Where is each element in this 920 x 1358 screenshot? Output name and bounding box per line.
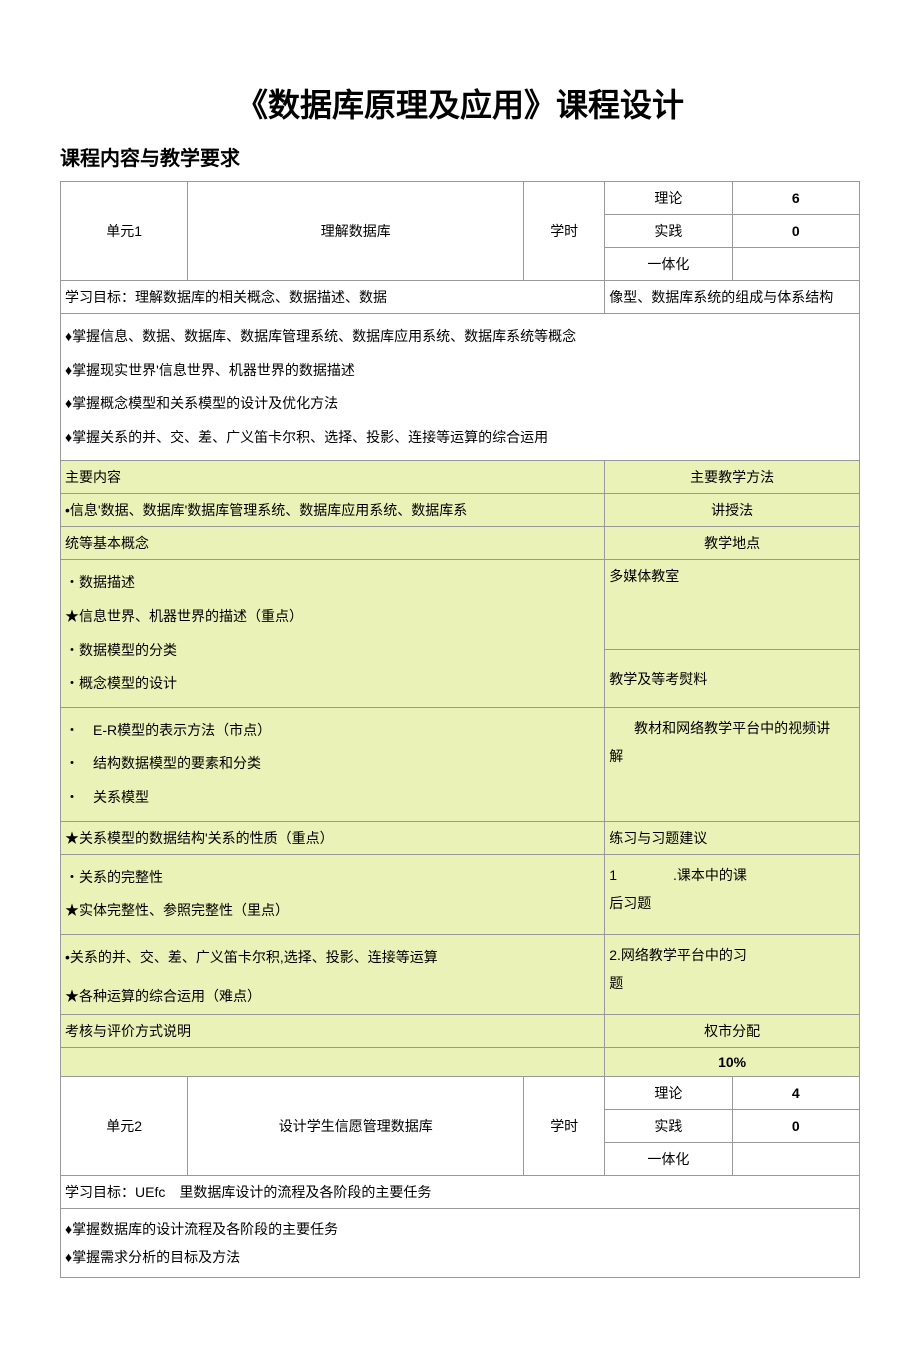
unit2-practice-label: 实践 <box>605 1109 732 1142</box>
unit2-obj2: ♦掌握需求分析的目标及方法 <box>65 1243 855 1271</box>
content-block3-a: ・ E-R模型的表示方法（市点） <box>65 714 600 748</box>
unit2-practice-val: 0 <box>732 1109 859 1142</box>
page-title: 《数据库原理及应用》课程设计 <box>60 80 860 126</box>
unit1-obj4: ♦掌握关系的并、交、差、广义笛卡尔积、选择、投影、连接等运算的综合运用 <box>65 421 855 455</box>
content-block5-a: ・关系的完整性 <box>65 861 600 895</box>
content-block1-b: 统等基本概念 <box>61 527 605 560</box>
unit2-hours-label: 学时 <box>524 1076 605 1175</box>
main-method-label: 主要教学方法 <box>605 461 860 494</box>
unit2-header-row: 单元2 设计学生信愿管理数据库 学时 理论 4 <box>61 1076 860 1109</box>
content-block4: ★关系模型的数据结构'关系的性质（重点） <box>61 821 605 854</box>
unit2-label: 单元2 <box>61 1076 188 1175</box>
unit1-practice-label: 实践 <box>605 215 732 248</box>
unit2-integrated-label: 一体化 <box>605 1142 732 1175</box>
unit2-theory-val: 4 <box>732 1076 859 1109</box>
content-block6: •关系的并、交、差、广义笛卡尔积,选择、投影、连接等运算 ★各种运算的综合运用（… <box>61 934 605 1014</box>
unit1-hours-label: 学时 <box>524 182 605 281</box>
exercise2-a: 2.网络教学平台中的习 <box>609 941 855 969</box>
unit1-integrated-label: 一体化 <box>605 248 732 281</box>
unit1-practice-val: 0 <box>732 215 859 248</box>
exercise1-b: 后习题 <box>609 889 855 917</box>
content-block5-b: ★实体完整性、参照完整性（里点） <box>65 894 600 928</box>
unit1-obj3: ♦掌握概念模型和关系模型的设计及优化方法 <box>65 387 855 421</box>
unit1-label: 单元1 <box>61 182 188 281</box>
materials-val-a: 教材和网络教学平台中的视频讲 <box>609 714 855 742</box>
content-block2-a: ・数据描述 <box>65 566 600 600</box>
unit1-obj1: ♦掌握信息、数据、数据库、数据库管理系统、数据库应用系统、数据库系统等概念 <box>65 320 855 354</box>
exercise2-b: 题 <box>609 969 855 997</box>
exercise1-a: 1 .课本中的课 <box>609 861 855 889</box>
unit1-header-row: 单元1 理解数据库 学时 理论 6 <box>61 182 860 215</box>
content-block1-a: •信息'数据、数据库'数据库管理系统、数据库应用系统、数据库系 <box>61 494 605 527</box>
section-subtitle: 课程内容与教学要求 <box>60 142 860 171</box>
assess-blank <box>61 1047 605 1076</box>
course-table: 单元1 理解数据库 学时 理论 6 实践 0 一体化 学习目标：理解数据库的相关… <box>60 181 860 1278</box>
assess-label: 考核与评价方式说明 <box>61 1014 605 1047</box>
unit2-goal: 学习目标：UEfc 里数据库设计的流程及各阶段的主要任务 <box>61 1175 860 1208</box>
materials-val: 教材和网络教学平台中的视频讲 解 <box>605 707 860 821</box>
content-block2-c: ・数据模型的分类 <box>65 634 600 668</box>
method-lecture: 讲授法 <box>605 494 860 527</box>
unit1-theory-val: 6 <box>732 182 859 215</box>
content-block3-c: ・ 关系模型 <box>65 781 600 815</box>
weight-label: 权市分配 <box>605 1014 860 1047</box>
place-label: 教学地点 <box>605 527 860 560</box>
unit1-integrated-val <box>732 248 859 281</box>
exercise1: 1 .课本中的课 后习题 <box>605 854 860 934</box>
exercise-label: 练习与习题建议 <box>605 821 860 854</box>
materials-val-b: 解 <box>609 742 855 770</box>
place-val: 多媒体教室 <box>605 560 860 650</box>
unit2-name: 设计学生信愿管理数据库 <box>188 1076 524 1175</box>
unit1-objectives: ♦掌握信息、数据、数据库、数据库管理系统、数据库应用系统、数据库系统等概念 ♦掌… <box>61 314 860 461</box>
content-block2: ・数据描述 ★信息世界、机器世界的描述（重点） ・数据模型的分类 ・概念模型的设… <box>61 560 605 707</box>
main-content-label: 主要内容 <box>61 461 605 494</box>
content-block5: ・关系的完整性 ★实体完整性、参照完整性（里点） <box>61 854 605 934</box>
content-block3-b: ・ 结构数据模型的要素和分类 <box>65 747 600 781</box>
content-block2-d: ・概念模型的设计 <box>65 667 600 701</box>
unit1-theory-label: 理论 <box>605 182 732 215</box>
unit2-obj1: ♦掌握数据库的设计流程及各阶段的主要任务 <box>65 1215 855 1243</box>
unit1-goal-right: 像型、数据库系统的组成与体系结构 <box>605 281 860 314</box>
unit1-name: 理解数据库 <box>188 182 524 281</box>
unit2-integrated-val <box>732 1142 859 1175</box>
content-block3: ・ E-R模型的表示方法（市点） ・ 结构数据模型的要素和分类 ・ 关系模型 <box>61 707 605 821</box>
content-block2-b: ★信息世界、机器世界的描述（重点） <box>65 600 600 634</box>
unit1-goal-left: 学习目标：理解数据库的相关概念、数据描述、数据 <box>61 281 605 314</box>
exercise2: 2.网络教学平台中的习 题 <box>605 934 860 1014</box>
weight-val: 10% <box>605 1047 860 1076</box>
unit2-objectives: ♦掌握数据库的设计流程及各阶段的主要任务 ♦掌握需求分析的目标及方法 <box>61 1208 860 1277</box>
unit1-obj2: ♦掌握现实世界'信息世界、机器世界的数据描述 <box>65 354 855 388</box>
unit2-theory-label: 理论 <box>605 1076 732 1109</box>
materials-label: 教学及等考熨料 <box>605 650 860 707</box>
content-block6-b: ★各种运算的综合运用（难点） <box>65 980 600 1014</box>
content-block6-a: •关系的并、交、差、广义笛卡尔积,选择、投影、连接等运算 <box>65 941 600 975</box>
